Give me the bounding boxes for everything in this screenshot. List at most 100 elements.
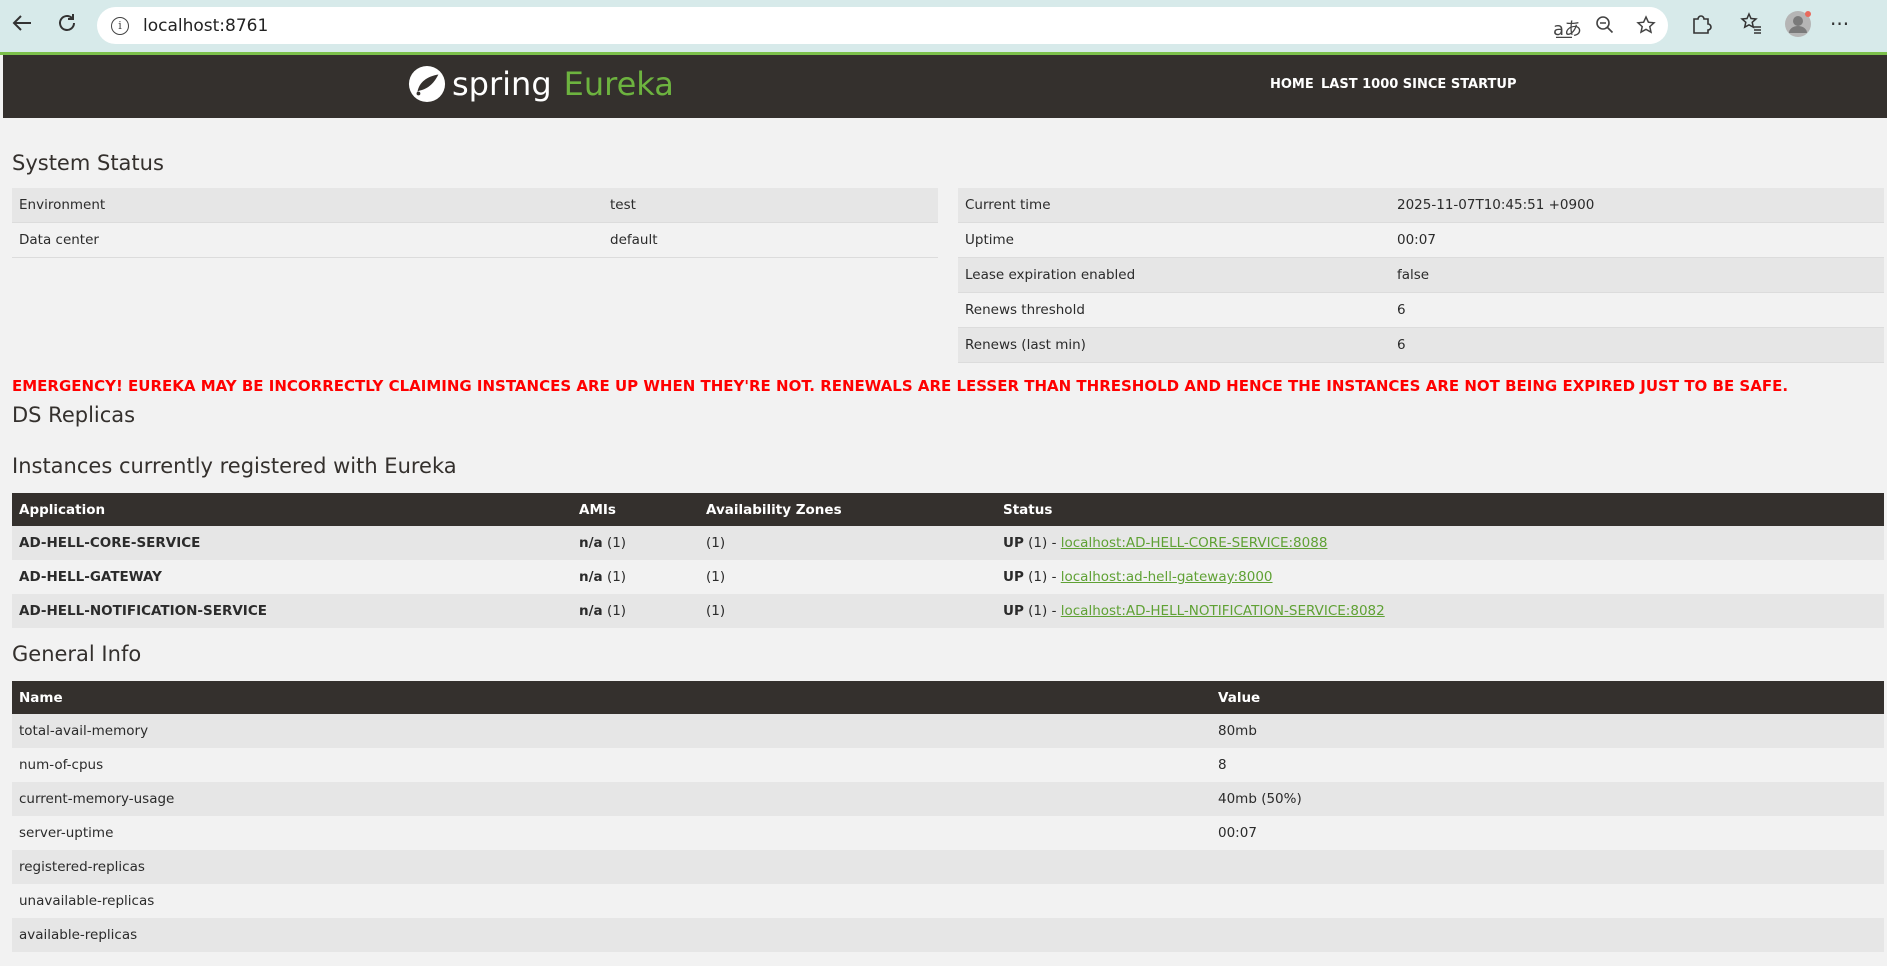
ami-na: n/a <box>579 603 603 619</box>
info-icon[interactable]: i <box>111 16 129 35</box>
table-row: unavailable-replicas <box>12 884 1884 918</box>
table-row: num-of-cpus 8 <box>12 748 1884 782</box>
back-arrow-icon[interactable] <box>9 10 35 36</box>
status-count: (1) - <box>1028 603 1057 619</box>
table-header-row: Application AMIs Availability Zones Stat… <box>12 493 1884 526</box>
zones-cell: (1) <box>699 526 996 560</box>
status-value: 6 <box>1390 292 1884 328</box>
info-name: current-memory-usage <box>12 782 1211 816</box>
status-up: UP <box>1003 535 1024 551</box>
status-label: Uptime <box>958 222 1390 258</box>
amis-cell: n/a (1) <box>572 594 699 628</box>
browser-toolbar: i localhost:8761 a͟あ ··· <box>0 0 1887 52</box>
status-value: 6 <box>1390 327 1884 363</box>
table-row: available-replicas <box>12 918 1884 952</box>
more-options-icon[interactable]: ··· <box>1830 12 1849 36</box>
status-label: Environment <box>12 188 603 223</box>
zones-cell: (1) <box>699 594 996 628</box>
nav-last-1000[interactable]: LAST 1000 SINCE STARTUP <box>1321 77 1517 92</box>
amis-cell: n/a (1) <box>572 560 699 594</box>
table-row: Uptime 00:07 <box>958 222 1884 258</box>
instance-link[interactable]: localhost:AD-HELL-CORE-SERVICE:8088 <box>1061 535 1328 551</box>
ami-count: (1) <box>606 535 627 551</box>
general-info-table: Name Value total-avail-memory 80mb num-o… <box>12 681 1884 952</box>
ami-count: (1) <box>606 569 627 585</box>
ami-na: n/a <box>579 569 603 585</box>
status-label: Data center <box>12 222 603 258</box>
system-status-right-table: Current time 2025-11-07T10:45:51 +0900 U… <box>958 188 1884 363</box>
col-amis: AMIs <box>572 493 699 526</box>
table-row: Data center default <box>12 222 938 258</box>
zoom-out-icon[interactable] <box>1595 15 1615 40</box>
spring-leaf-icon <box>408 65 446 103</box>
info-value <box>1211 884 1884 918</box>
address-bar[interactable]: i localhost:8761 a͟あ <box>97 7 1668 44</box>
status-value: 2025-11-07T10:45:51 +0900 <box>1390 188 1884 223</box>
ds-replicas-title: DS Replicas <box>12 403 136 427</box>
status-label: Lease expiration enabled <box>958 257 1390 293</box>
general-info-title: General Info <box>12 642 142 666</box>
table-row: Renews threshold 6 <box>958 292 1884 328</box>
refresh-icon[interactable] <box>54 10 80 36</box>
col-application: Application <box>12 493 572 526</box>
status-up: UP <box>1003 603 1024 619</box>
info-value: 80mb <box>1211 714 1884 748</box>
table-row: Lease expiration enabled false <box>958 257 1884 293</box>
read-aloud-icon[interactable]: a͟あ <box>1553 15 1582 41</box>
info-value <box>1211 918 1884 952</box>
info-name: unavailable-replicas <box>12 884 1211 918</box>
table-row: total-avail-memory 80mb <box>12 714 1884 748</box>
favorites-icon[interactable] <box>1740 12 1762 39</box>
col-value: Value <box>1211 681 1884 714</box>
status-cell: UP (1) - localhost:AD-HELL-NOTIFICATION-… <box>996 594 1884 628</box>
instance-link[interactable]: localhost:ad-hell-gateway:8000 <box>1061 569 1273 585</box>
table-row: registered-replicas <box>12 850 1884 884</box>
table-row: current-memory-usage 40mb (50%) <box>12 782 1884 816</box>
url-text[interactable]: localhost:8761 <box>143 16 268 36</box>
table-row: server-uptime 00:07 <box>12 816 1884 850</box>
application-name: AD-HELL-CORE-SERVICE <box>12 526 572 560</box>
info-name: num-of-cpus <box>12 748 1211 782</box>
status-cell: UP (1) - localhost:ad-hell-gateway:8000 <box>996 560 1884 594</box>
table-row: AD-HELL-GATEWAY n/a (1) (1) UP (1) - loc… <box>12 560 1884 594</box>
status-value: default <box>603 222 938 258</box>
table-row: Environment test <box>12 188 938 223</box>
ami-count: (1) <box>606 603 627 619</box>
zones-cell: (1) <box>699 560 996 594</box>
info-name: total-avail-memory <box>12 714 1211 748</box>
extensions-icon[interactable] <box>1690 12 1712 39</box>
status-cell: UP (1) - localhost:AD-HELL-CORE-SERVICE:… <box>996 526 1884 560</box>
info-value <box>1211 850 1884 884</box>
ami-na: n/a <box>579 535 603 551</box>
info-name: server-uptime <box>12 816 1211 850</box>
emergency-warning: EMERGENCY! EUREKA MAY BE INCORRECTLY CLA… <box>12 377 1789 395</box>
info-name: available-replicas <box>12 918 1211 952</box>
system-status-title: System Status <box>12 151 164 175</box>
instances-title: Instances currently registered with Eure… <box>12 454 457 478</box>
table-row: AD-HELL-NOTIFICATION-SERVICE n/a (1) (1)… <box>12 594 1884 628</box>
system-status-left-table: Environment test Data center default <box>12 188 938 258</box>
col-status: Status <box>996 493 1884 526</box>
logo-eureka-text: Eureka <box>563 65 674 103</box>
status-value: 00:07 <box>1390 222 1884 258</box>
favorite-star-icon[interactable] <box>1636 15 1656 40</box>
eureka-header: spring Eureka HOME LAST 1000 SINCE START… <box>3 55 1887 118</box>
table-row: Current time 2025-11-07T10:45:51 +0900 <box>958 188 1884 223</box>
instance-link[interactable]: localhost:AD-HELL-NOTIFICATION-SERVICE:8… <box>1061 603 1385 619</box>
spring-eureka-logo[interactable]: spring Eureka <box>408 65 674 103</box>
table-row: AD-HELL-CORE-SERVICE n/a (1) (1) UP (1) … <box>12 526 1884 560</box>
info-name: registered-replicas <box>12 850 1211 884</box>
application-name: AD-HELL-NOTIFICATION-SERVICE <box>12 594 572 628</box>
status-up: UP <box>1003 569 1024 585</box>
info-value: 40mb (50%) <box>1211 782 1884 816</box>
logo-spring-text: spring <box>452 65 552 103</box>
table-header-row: Name Value <box>12 681 1884 714</box>
status-count: (1) - <box>1028 535 1057 551</box>
nav-home[interactable]: HOME <box>1270 77 1314 92</box>
status-label: Renews threshold <box>958 292 1390 328</box>
status-label: Renews (last min) <box>958 327 1390 363</box>
col-name: Name <box>12 681 1211 714</box>
info-value: 8 <box>1211 748 1884 782</box>
status-label: Current time <box>958 188 1390 223</box>
profile-avatar-icon[interactable] <box>1784 10 1812 43</box>
